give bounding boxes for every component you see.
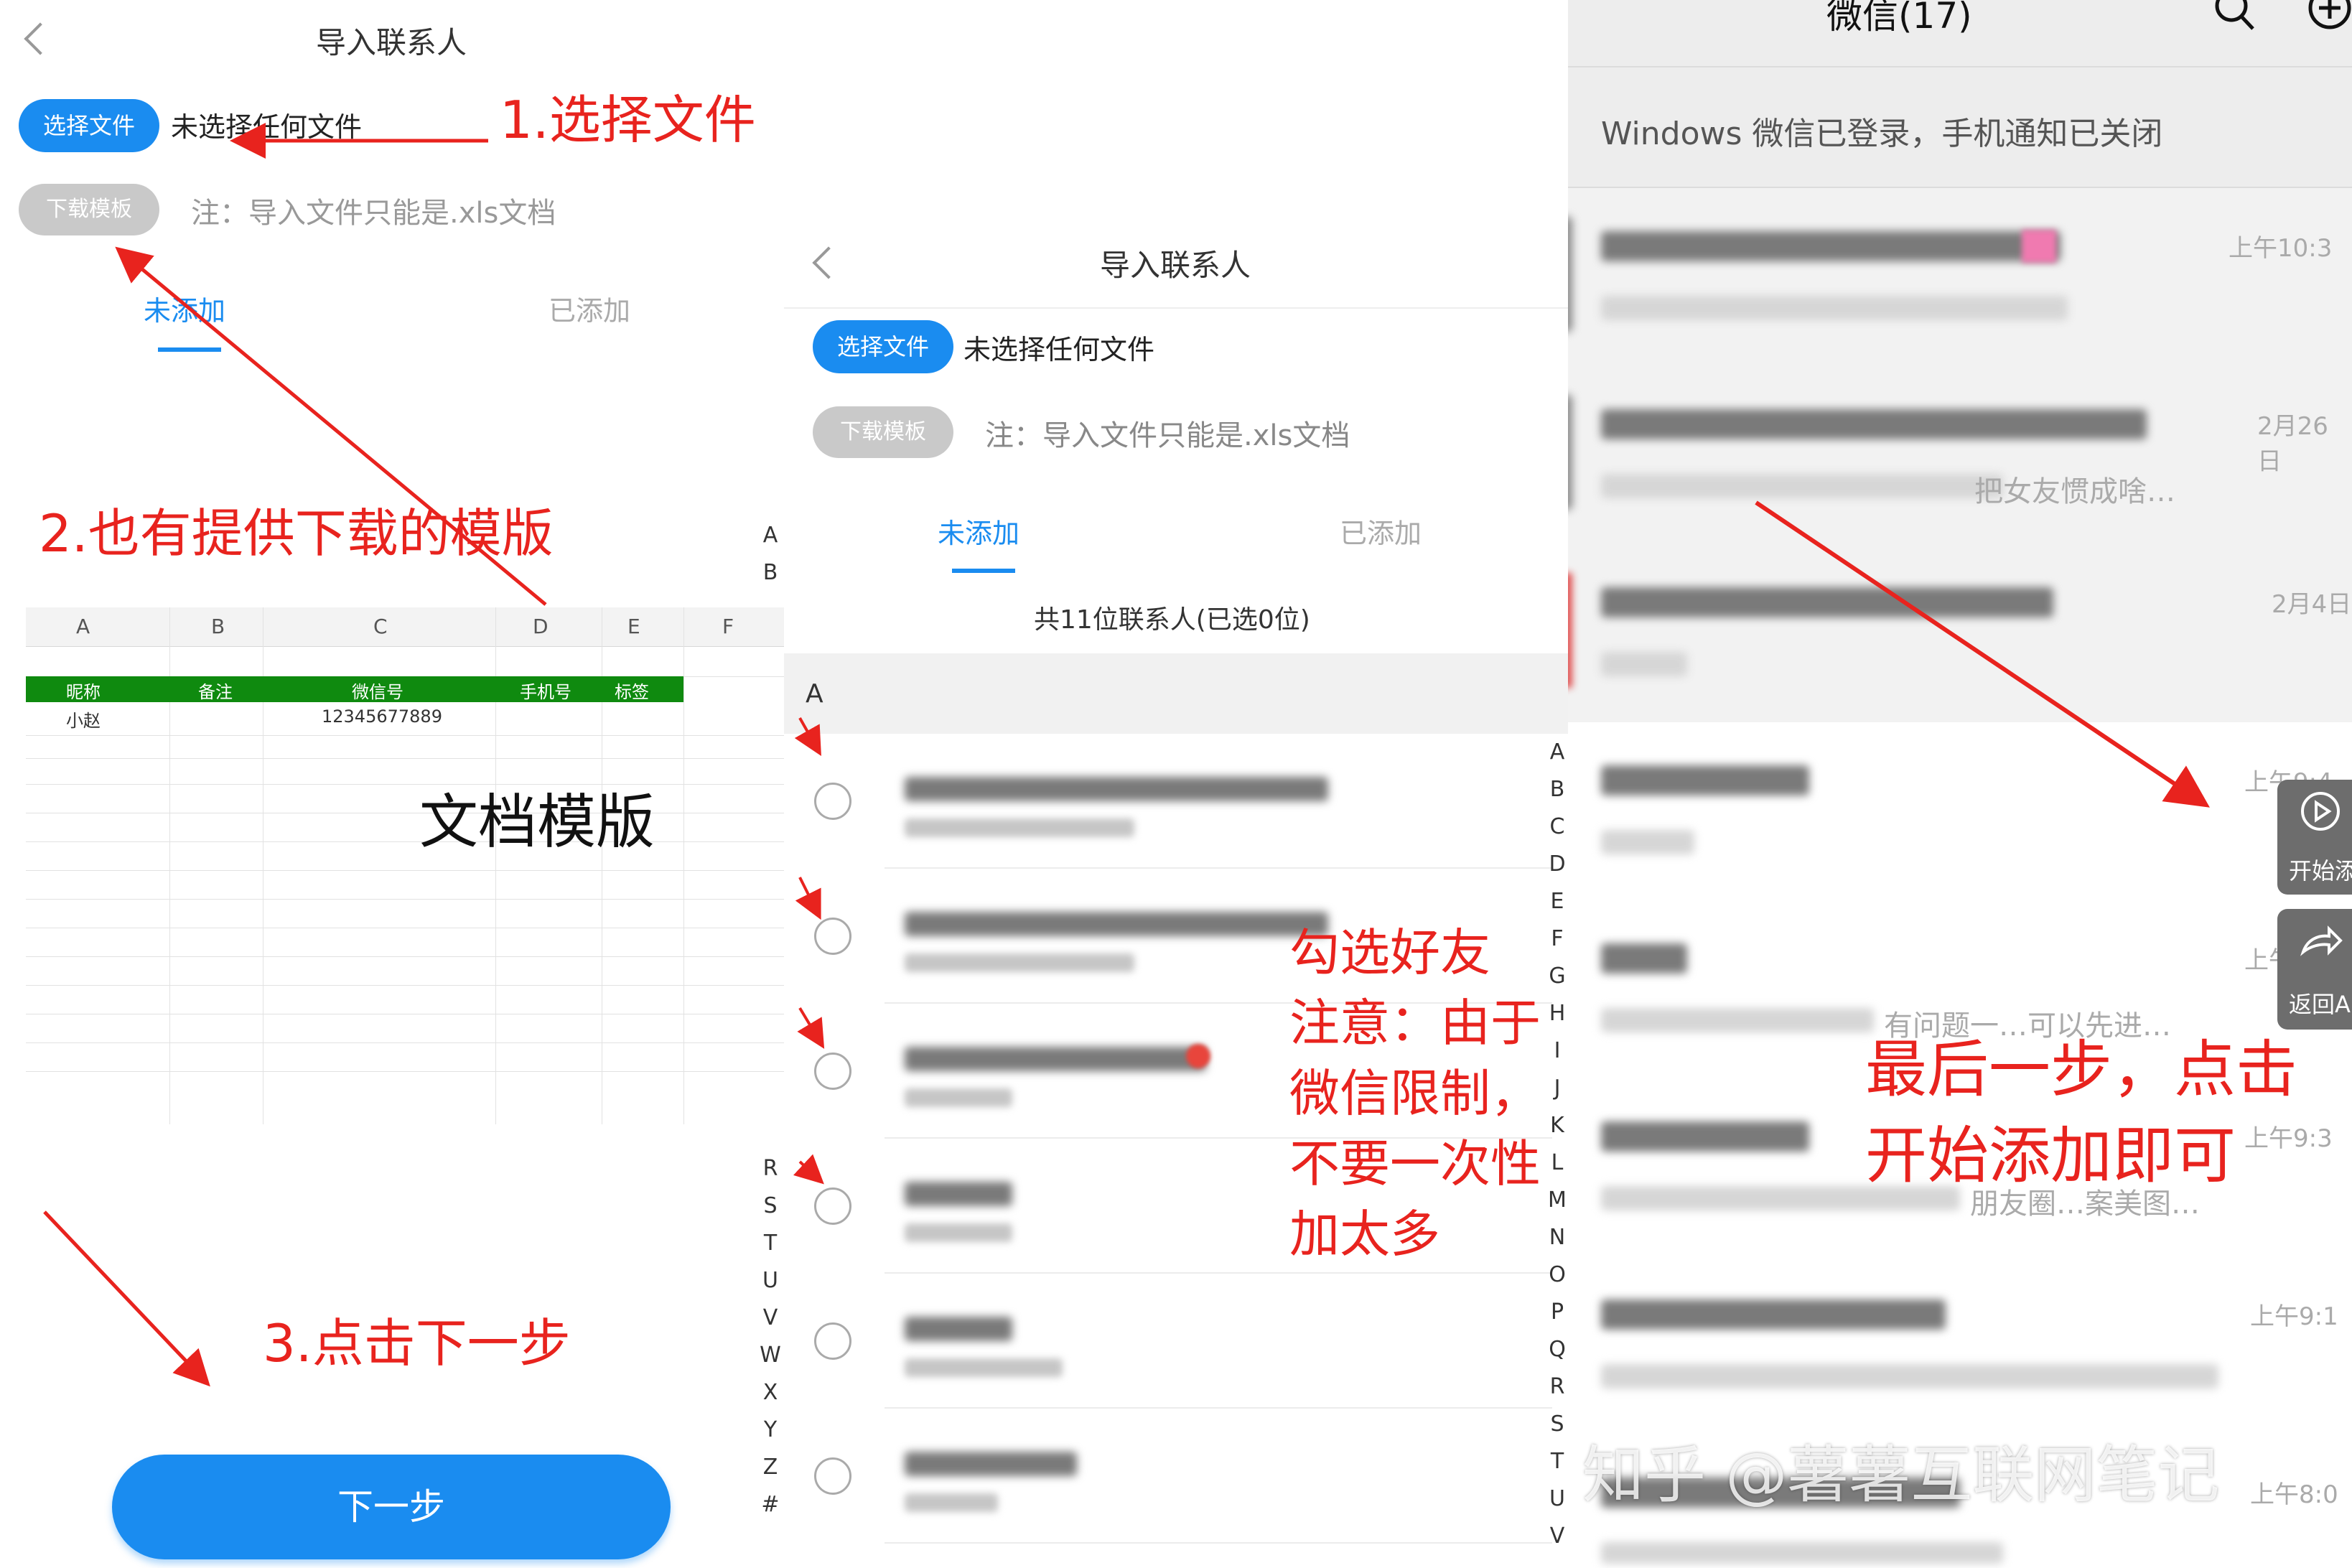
annotation-arrows-panel3 (1755, 500, 2210, 808)
zhihu-watermark: 知乎 @薯薯互联网笔记 (1582, 1439, 2220, 1511)
arrow-to-checkbox (797, 1007, 825, 1049)
panel-wechat-chat-list: 微信(17) Windows 微信已登录，手机通知已关闭 上午10:3 把女友惯… (1568, 0, 2352, 1568)
panel-import-step1: 导入联系人 选择文件 未选择任何文件 下载模板 注：导入文件只能是.xls文档 … (0, 0, 784, 1568)
arrow-to-download-template (115, 246, 547, 606)
panel-import-step2: 导入联系人 选择文件 未选择任何文件 下载模板 注：导入文件只能是.xls文档 … (784, 0, 1568, 1568)
arrow-to-checkbox (793, 1154, 824, 1185)
arrow-to-checkbox (794, 717, 821, 756)
arrow-to-next-button (43, 1210, 210, 1387)
arrow-to-checkbox (795, 877, 821, 920)
annotation-arrows-panel2 (793, 717, 825, 1185)
annotation-arrows-panel1 (43, 123, 547, 1387)
arrow-to-start-add (1755, 500, 2210, 808)
